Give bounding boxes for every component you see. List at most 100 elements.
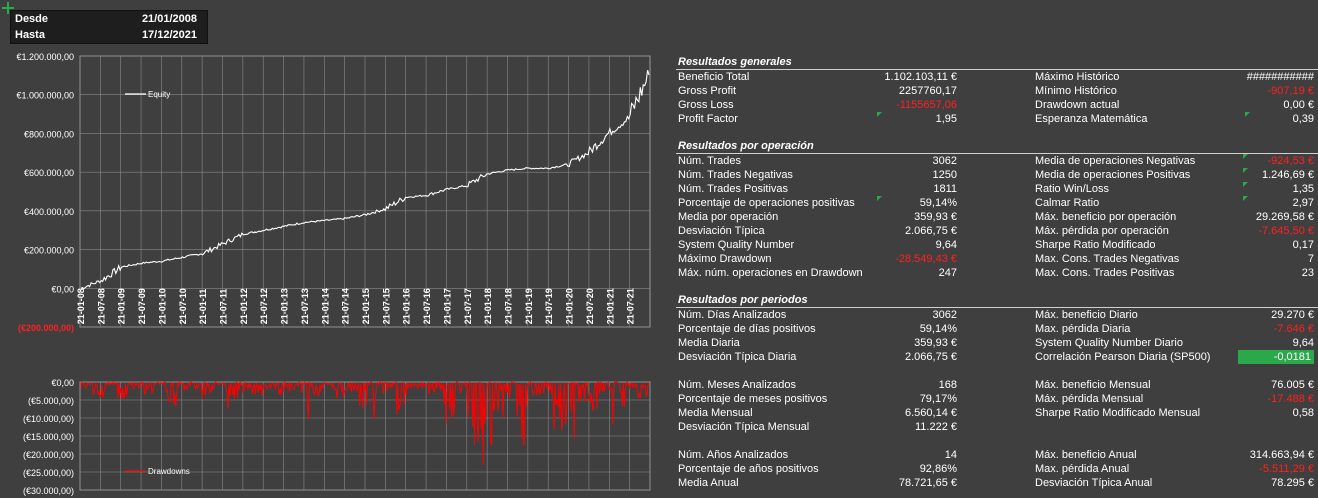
metric-label: Gross Loss <box>678 99 734 111</box>
equity-x-tick: 21-07-11 <box>219 289 229 325</box>
equity-x-tick: 21-01-12 <box>239 288 249 324</box>
date-from-label: Desde <box>15 13 49 25</box>
metric-value[interactable]: 2257760,17 <box>899 84 957 98</box>
metric-label: Desviación Típica Mensual <box>678 421 810 433</box>
metric-value[interactable]: 359,93 € <box>914 210 957 224</box>
metric-value[interactable]: 23 <box>1302 266 1314 280</box>
metric-value[interactable]: 78.295 € <box>1271 476 1314 490</box>
metric-value[interactable]: -907,19 € <box>1268 84 1314 98</box>
metric-label: Media por operación <box>678 211 779 223</box>
metric-label: Desviación Típica Diaria <box>678 351 797 363</box>
metric-value[interactable]: 79,17% <box>920 392 957 406</box>
metric-value[interactable]: -7.645,50 € <box>1258 224 1314 238</box>
metric-value[interactable]: 76.005 € <box>1271 378 1314 392</box>
metric-value[interactable]: 1811 <box>933 182 957 196</box>
equity-x-tick: 21-07-21 <box>626 288 636 324</box>
metric-value[interactable]: 0,17 <box>1293 238 1314 252</box>
drawdown-chart[interactable]: €0,00 (€5.000,00) (€10.000,00) (€15.000,00)… <box>0 376 660 498</box>
date-from-row: Desde 21/01/2008 <box>11 11 207 27</box>
metric-label: Núm. Trades Negativas <box>678 169 793 181</box>
metric-label: Máx. beneficio Anual <box>1035 449 1137 461</box>
metric-label: Max. pérdida Diaria <box>1035 323 1131 335</box>
equity-chart[interactable]: €1.200.000,00 €1.000.000,00 €800.000,00 €60… <box>0 48 660 348</box>
equity-x-tick: 21-01-16 <box>402 288 412 324</box>
metric-value[interactable]: 1250 <box>933 168 957 182</box>
metric-value[interactable]: 29.269,58 € <box>1256 210 1314 224</box>
metric-value[interactable]: -1155657,06 <box>896 98 957 112</box>
metric-value[interactable]: 1.246,69 € <box>1262 168 1314 182</box>
equity-x-tick: 21-07-20 <box>585 288 595 324</box>
section-divider <box>676 153 1318 154</box>
metric-label: Gross Profit <box>678 85 737 97</box>
metric-value[interactable]: 0,58 <box>1293 406 1314 420</box>
metric-value[interactable]: 14 <box>945 448 957 462</box>
metric-value[interactable]: 11.222 € <box>915 420 957 434</box>
metric-label: Max. Cons. Trades Negativas <box>1035 253 1180 265</box>
metric-value[interactable]: 6.560,14 € <box>905 406 957 420</box>
comment-indicator-icon <box>1243 182 1248 187</box>
metric-value[interactable]: 78.721,65 € <box>899 476 957 490</box>
equity-y-tick: €400.000,00 <box>24 207 74 217</box>
metric-value[interactable]: 1,35 <box>1293 182 1314 196</box>
metric-value[interactable]: 2.066,75 € <box>905 224 957 238</box>
metric-value[interactable]: 2.066,75 € <box>905 350 957 364</box>
metric-label: Núm. Trades Positivas <box>678 183 789 195</box>
metric-label: Máx. núm. operaciones en Drawdown <box>678 267 863 279</box>
drawdown-y-tick: (€5.000,00) <box>28 396 74 406</box>
metric-value[interactable]: 1.102.103,11 € <box>884 70 957 84</box>
equity-y-tick: €200.000,00 <box>24 246 74 256</box>
metric-value[interactable]: -17.488 € <box>1268 392 1314 406</box>
comment-indicator-icon <box>1245 112 1250 117</box>
equity-x-tick: 21-07-13 <box>300 288 310 324</box>
date-from-value[interactable]: 21/01/2008 <box>142 11 197 27</box>
metric-value[interactable]: 1,95 <box>936 112 957 126</box>
metric-label: Sharpe Ratio Modificado <box>1035 239 1156 251</box>
metric-value[interactable]: 29.270 € <box>1271 308 1314 322</box>
metric-label: Media Mensual <box>678 407 753 419</box>
equity-x-tick: 21-01-17 <box>442 288 452 324</box>
section-title-per_trade: Resultados por operación <box>678 140 814 152</box>
metric-label: System Quality Number <box>678 239 795 251</box>
metric-value[interactable]: 359,93 € <box>914 336 957 350</box>
date-range-box: Desde 21/01/2008 Hasta 17/12/2021 <box>10 10 208 44</box>
metric-value[interactable]: 9,64 <box>1293 336 1314 350</box>
metric-value[interactable]: 314.663,94 € <box>1250 448 1314 462</box>
equity-y-tick: €1.200.000,00 <box>16 52 74 62</box>
metric-value[interactable]: -7.646 € <box>1274 322 1314 336</box>
metric-value[interactable]: 168 <box>939 378 957 392</box>
date-to-label: Hasta <box>15 29 45 41</box>
metric-label: Máx. beneficio por operación <box>1035 211 1177 223</box>
metric-value[interactable]: 59,14% <box>920 196 957 210</box>
metric-label: Beneficio Total <box>678 71 750 83</box>
metric-label: Máximo Drawdown <box>678 253 772 265</box>
date-to-value[interactable]: 17/12/2021 <box>142 27 197 43</box>
drawdown-y-tick: (€10.000,00) <box>23 414 74 424</box>
equity-x-tick: 21-01-10 <box>157 288 167 324</box>
metric-value[interactable]: 0,00 € <box>1283 98 1314 112</box>
metric-value[interactable]: 3062 <box>933 308 957 322</box>
metric-value[interactable]: -924,53 € <box>1268 154 1314 168</box>
equity-x-tick: 21-07-19 <box>544 288 554 324</box>
equity-x-tick: 21-07-10 <box>178 288 188 324</box>
metric-label: Máx. beneficio Mensual <box>1035 379 1151 391</box>
metric-value[interactable]: 0,39 <box>1293 112 1314 126</box>
metric-value[interactable]: 247 <box>939 266 957 280</box>
metric-value[interactable]: -0,0181 <box>1238 350 1314 364</box>
comment-indicator-icon <box>1243 196 1248 201</box>
metric-value[interactable]: 59,14% <box>920 322 957 336</box>
metric-value[interactable]: -5.511,29 € <box>1259 462 1314 476</box>
metric-value[interactable]: 9,64 <box>936 238 957 252</box>
metric-label: Núm. Años Analizados <box>678 449 789 461</box>
metric-value[interactable]: 2,97 <box>1293 196 1314 210</box>
drawdown-y-tick: €0,00 <box>51 378 74 388</box>
metric-label: Drawdown actual <box>1035 99 1120 111</box>
metric-value[interactable]: ########### <box>1247 70 1314 84</box>
metric-value[interactable]: 3062 <box>933 154 957 168</box>
equity-y-tick: €600.000,00 <box>24 168 74 178</box>
metric-value[interactable]: 92,86% <box>920 462 957 476</box>
equity-x-tick: 21-07-18 <box>504 288 514 324</box>
metric-label: Profit Factor <box>678 113 738 125</box>
metric-value[interactable]: -28.549,43 € <box>895 252 957 266</box>
metric-value[interactable]: 7 <box>1308 252 1314 266</box>
equity-x-tick: 21-07-08 <box>96 288 106 324</box>
